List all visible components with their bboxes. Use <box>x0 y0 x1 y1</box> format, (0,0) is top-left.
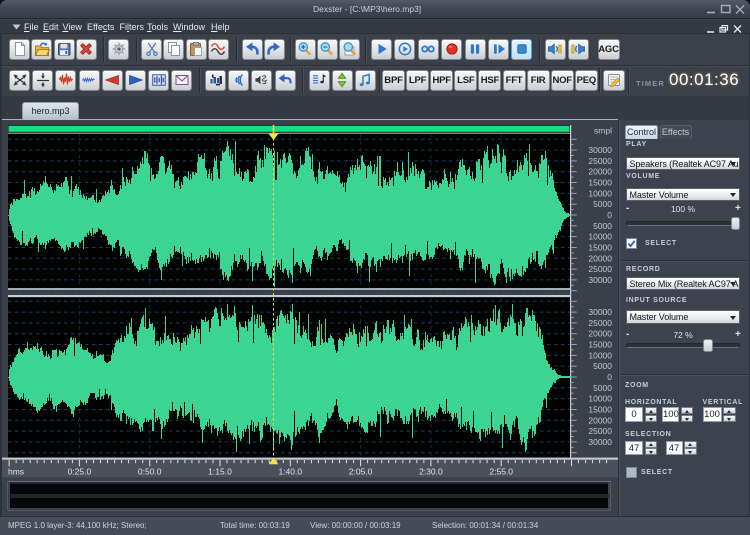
svg-text:2:30.0: 2:30.0 <box>419 466 443 476</box>
svg-text:25000: 25000 <box>588 264 612 274</box>
svg-text:10000: 10000 <box>588 232 612 242</box>
svg-text:1:40.0: 1:40.0 <box>278 466 302 476</box>
svg-text:10000: 10000 <box>588 394 612 404</box>
svg-text:5000: 5000 <box>593 199 612 209</box>
svg-text:2:05.0: 2:05.0 <box>349 466 373 476</box>
svg-text:20000: 20000 <box>588 167 612 177</box>
svg-text:30000: 30000 <box>588 307 612 317</box>
svg-text:0:50.0: 0:50.0 <box>138 466 162 476</box>
svg-text:10000: 10000 <box>588 188 612 198</box>
svg-text:0: 0 <box>607 210 612 220</box>
svg-text:15000: 15000 <box>588 178 612 188</box>
svg-text:25000: 25000 <box>588 156 612 166</box>
svg-text:25000: 25000 <box>588 318 612 328</box>
svg-text:10000: 10000 <box>588 350 612 360</box>
svg-text:hms: hms <box>8 467 24 477</box>
svg-text:1:15.0: 1:15.0 <box>208 466 232 476</box>
svg-text:30000: 30000 <box>588 275 612 285</box>
svg-text:20000: 20000 <box>588 253 612 263</box>
svg-text:20000: 20000 <box>588 415 612 425</box>
svg-text:20000: 20000 <box>588 329 612 339</box>
svg-text:25000: 25000 <box>588 426 612 436</box>
svg-text:5000: 5000 <box>593 383 612 393</box>
svg-text:5000: 5000 <box>593 221 612 231</box>
svg-text:0: 0 <box>607 372 612 382</box>
svg-text:15000: 15000 <box>588 340 612 350</box>
svg-text:5000: 5000 <box>593 361 612 371</box>
svg-text:15000: 15000 <box>588 243 612 253</box>
svg-text:2:55.0: 2:55.0 <box>489 466 513 476</box>
svg-text:30000: 30000 <box>588 145 612 155</box>
svg-text:0:25.0: 0:25.0 <box>68 466 92 476</box>
svg-text:15000: 15000 <box>588 405 612 415</box>
svg-text:30000: 30000 <box>588 437 612 447</box>
svg-text:smpl: smpl <box>594 126 612 136</box>
